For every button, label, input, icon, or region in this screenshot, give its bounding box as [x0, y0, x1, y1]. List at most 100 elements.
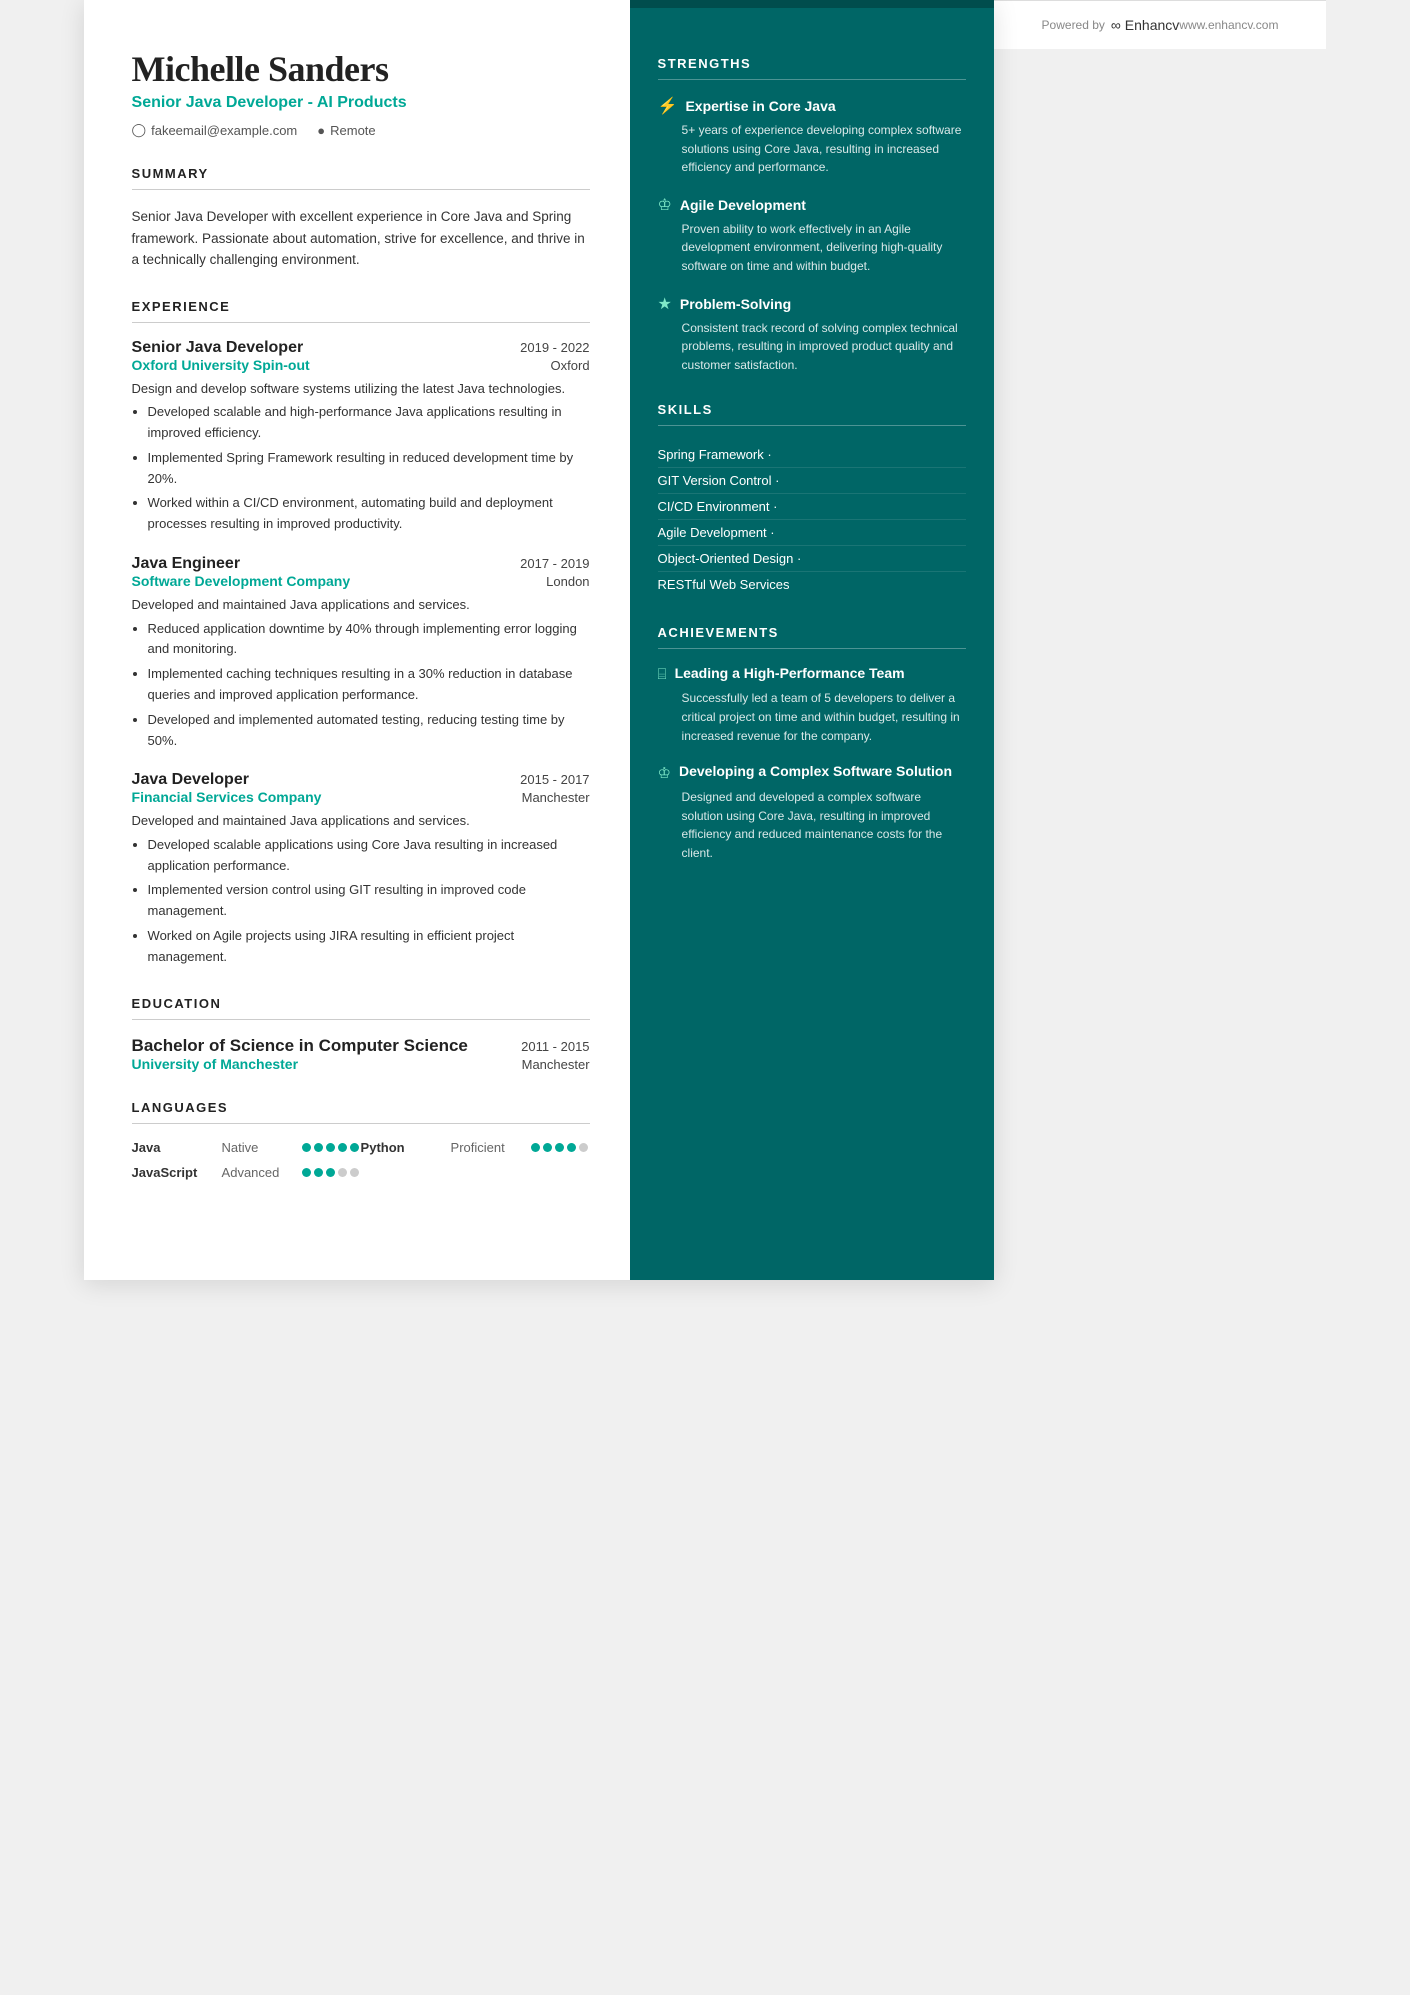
exp-location-3: Manchester: [522, 790, 590, 805]
achievement-header-1: ⌸ Leading a High-Performance Team: [658, 665, 966, 684]
strengths-divider: [658, 79, 966, 80]
edu-school-1: University of Manchester: [132, 1056, 299, 1072]
achievements-title: ACHIEVEMENTS: [658, 625, 966, 640]
skill-item-2: GIT Version Control ·: [658, 468, 966, 494]
exp-company-row-1: Oxford University Spin-out Oxford: [132, 357, 590, 373]
achievement-item-1: ⌸ Leading a High-Performance Team Succes…: [658, 665, 966, 745]
exp-role-1: Senior Java Developer: [132, 339, 304, 357]
email-value: fakeemail@example.com: [151, 123, 297, 138]
edu-header-1: Bachelor of Science in Computer Science …: [132, 1036, 590, 1056]
dot: [314, 1143, 323, 1152]
exp-company-3: Financial Services Company: [132, 789, 322, 805]
experience-divider: [132, 322, 590, 323]
exp-entry-1: Senior Java Developer 2019 - 2022 Oxford…: [132, 339, 590, 535]
skill-item-3: CI/CD Environment ·: [658, 494, 966, 520]
strength-header-3: ★ Problem-Solving: [658, 294, 966, 314]
lang-dots-js: [302, 1168, 359, 1177]
strength-item-2: ♔ Agile Development Proven ability to wo…: [658, 195, 966, 276]
right-inner: STRENGTHS ⚡ Expertise in Core Java 5+ ye…: [658, 56, 966, 863]
bullet: Developed and implemented automated test…: [148, 710, 590, 752]
skills-title: SKILLS: [658, 402, 966, 417]
lang-level-js: Advanced: [222, 1165, 292, 1180]
dot: [314, 1168, 323, 1177]
exp-company-row-3: Financial Services Company Manchester: [132, 789, 590, 805]
dot: [326, 1168, 335, 1177]
skills-section: SKILLS Spring Framework · GIT Version Co…: [658, 402, 966, 597]
strength-desc-3: Consistent track record of solving compl…: [658, 319, 966, 375]
lang-name-js: JavaScript: [132, 1165, 212, 1180]
lang-level-python: Proficient: [451, 1140, 521, 1155]
exp-bullets-1: Developed scalable and high-performance …: [132, 402, 590, 535]
experience-section: EXPERIENCE Senior Java Developer 2019 - …: [132, 299, 590, 968]
dot: [350, 1168, 359, 1177]
enhancv-logo: ∞ Enhancv: [1111, 17, 1179, 33]
lang-name-python: Python: [361, 1140, 441, 1155]
powered-by-label: Powered by: [1042, 18, 1105, 32]
exp-company-1: Oxford University Spin-out: [132, 357, 310, 373]
candidate-name: Michelle Sanders: [132, 48, 590, 90]
page-footer: Powered by ∞ Enhancv www.enhancv.com: [994, 0, 1327, 49]
dot: [555, 1143, 564, 1152]
experience-title: EXPERIENCE: [132, 299, 590, 314]
exp-desc-3: Developed and maintained Java applicatio…: [132, 811, 590, 831]
location-contact: ● Remote: [317, 123, 375, 138]
education-divider: [132, 1019, 590, 1020]
top-accent-bar: [630, 0, 994, 8]
bullet: Implemented version control using GIT re…: [148, 880, 590, 922]
exp-role-3: Java Developer: [132, 771, 249, 789]
bullet: Worked on Agile projects using JIRA resu…: [148, 926, 590, 968]
achievement-item-2: ♔ Developing a Complex Software Solution…: [658, 763, 966, 862]
exp-desc-2: Developed and maintained Java applicatio…: [132, 595, 590, 615]
exp-header-3: Java Developer 2015 - 2017: [132, 771, 590, 789]
agile-icon: ♔: [658, 195, 672, 215]
footer-website: www.enhancv.com: [1179, 18, 1278, 32]
dot: [338, 1168, 347, 1177]
bullet: Worked within a CI/CD environment, autom…: [148, 493, 590, 535]
lang-name-java: Java: [132, 1140, 212, 1155]
dot: [350, 1143, 359, 1152]
skill-item-4: Agile Development ·: [658, 520, 966, 546]
lang-java: Java Native: [132, 1140, 361, 1155]
exp-header-2: Java Engineer 2017 - 2019: [132, 555, 590, 573]
bullet: Reduced application downtime by 40% thro…: [148, 619, 590, 661]
dot: [338, 1143, 347, 1152]
team-icon: ⌸: [658, 666, 667, 684]
edu-degree-1: Bachelor of Science in Computer Science: [132, 1036, 468, 1056]
candidate-title: Senior Java Developer - AI Products: [132, 94, 590, 112]
lang-dots-java: [302, 1143, 359, 1152]
exp-dates-2: 2017 - 2019: [520, 556, 589, 571]
exp-location-2: London: [546, 574, 589, 589]
dot: [302, 1168, 311, 1177]
lightning-icon: ⚡: [658, 96, 678, 116]
exp-dates-3: 2015 - 2017: [520, 772, 589, 787]
left-column: Michelle Sanders Senior Java Developer -…: [84, 0, 630, 1280]
languages-section: LANGUAGES Java Native Python P: [132, 1100, 590, 1180]
lang-level-java: Native: [222, 1140, 292, 1155]
strength-title-1: Expertise in Core Java: [685, 98, 835, 114]
strengths-section: STRENGTHS ⚡ Expertise in Core Java 5+ ye…: [658, 56, 966, 374]
lang-python: Python Proficient: [361, 1140, 590, 1155]
exp-dates-1: 2019 - 2022: [520, 340, 589, 355]
exp-entry-3: Java Developer 2015 - 2017 Financial Ser…: [132, 771, 590, 967]
resume-page: Michelle Sanders Senior Java Developer -…: [84, 0, 994, 1280]
bullet: Developed scalable applications using Co…: [148, 835, 590, 877]
exp-entry-2: Java Engineer 2017 - 2019 Software Devel…: [132, 555, 590, 751]
skill-item-5: Object-Oriented Design ·: [658, 546, 966, 572]
email-icon: ◯: [132, 122, 147, 138]
strengths-title: STRENGTHS: [658, 56, 966, 71]
summary-section: SUMMARY Senior Java Developer with excel…: [132, 166, 590, 271]
edu-dates-1: 2011 - 2015: [521, 1039, 589, 1054]
email-contact: ◯ fakeemail@example.com: [132, 122, 298, 138]
skill-item-6: RESTful Web Services: [658, 572, 966, 597]
edu-school-row-1: University of Manchester Manchester: [132, 1056, 590, 1072]
bullet: Implemented Spring Framework resulting i…: [148, 448, 590, 490]
achievement-title-1: Leading a High-Performance Team: [675, 665, 905, 681]
strength-title-3: Problem-Solving: [680, 296, 791, 312]
bullet: Developed scalable and high-performance …: [148, 402, 590, 444]
strength-item-1: ⚡ Expertise in Core Java 5+ years of exp…: [658, 96, 966, 177]
contact-info: ◯ fakeemail@example.com ● Remote: [132, 122, 590, 138]
dot: [302, 1143, 311, 1152]
achievement-header-2: ♔ Developing a Complex Software Solution: [658, 763, 966, 783]
strength-title-2: Agile Development: [680, 197, 806, 213]
exp-header-1: Senior Java Developer 2019 - 2022: [132, 339, 590, 357]
